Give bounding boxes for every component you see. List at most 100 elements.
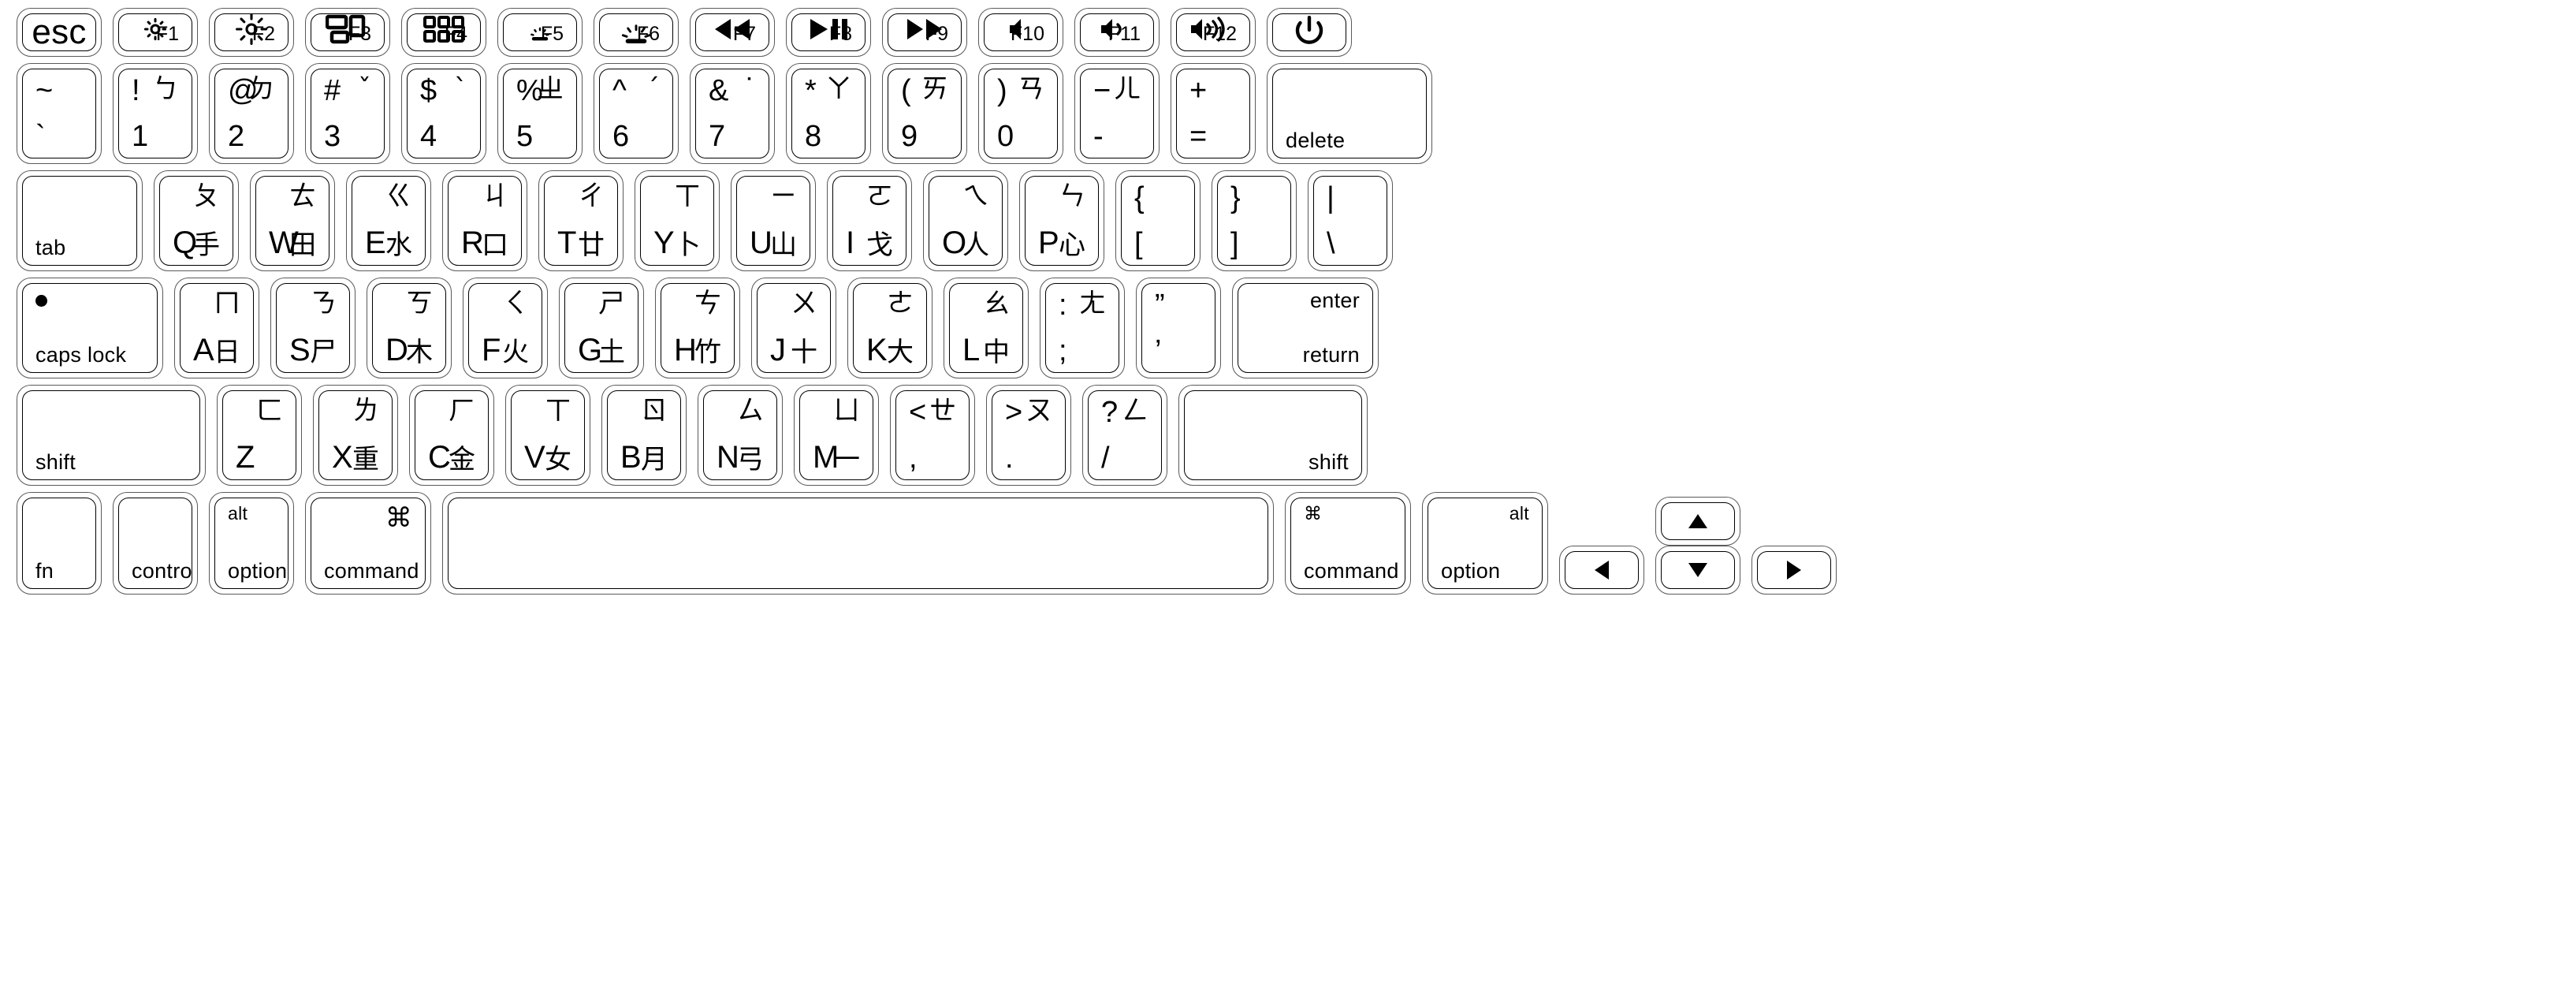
key-frame-tick <box>196 37 198 43</box>
key-letter-s[interactable]: Sㄋ尸 <box>270 278 356 378</box>
key-frame-tick <box>559 325 560 331</box>
key-arrow-right[interactable] <box>1751 546 1837 595</box>
key-backslash[interactable]: | \ <box>1308 170 1393 271</box>
key-comma[interactable]: <, ㄝ <box>890 385 975 486</box>
key-frame-tick <box>907 63 914 65</box>
key-fn[interactable]: fn <box>17 492 102 595</box>
key-arrow-up[interactable] <box>1655 497 1740 546</box>
key-semicolon[interactable]: :; ㄤ <box>1040 278 1125 378</box>
key-return[interactable]: enter return <box>1232 278 1379 378</box>
key-f2[interactable]: F2 <box>209 8 294 57</box>
key-digit-8[interactable]: * 8 ㄚ <box>786 63 871 164</box>
key-letter-j[interactable]: Jㄨ十 <box>751 278 836 378</box>
key-arrow-left[interactable] <box>1559 546 1644 595</box>
key-letter-t[interactable]: Tㄔ廿 <box>538 170 624 271</box>
latin-letter-label: I <box>846 226 855 260</box>
key-delete[interactable]: delete <box>1267 63 1432 164</box>
key-digit-9[interactable]: (9 ㄞ <box>882 63 967 164</box>
key-shift-right[interactable]: shift <box>1178 385 1368 486</box>
key-symbol-stack: − - <box>1093 76 1111 151</box>
key-digit-2[interactable]: @2 ㄉ <box>209 63 294 164</box>
key-letter-u[interactable]: Uㄧ山 <box>731 170 816 271</box>
key-digit-1[interactable]: ! 1 ㄅ <box>113 63 198 164</box>
key-letter-c[interactable]: Cㄏ金 <box>409 385 494 486</box>
key-letter-i[interactable]: Iㄛ戈 <box>827 170 912 271</box>
key-f7[interactable]: F7 <box>690 8 775 57</box>
key-frame-tick <box>1219 350 1221 356</box>
key-letter-f[interactable]: Fㄑ火 <box>463 278 548 378</box>
key-f1[interactable]: F1 <box>113 8 198 57</box>
key-frame-tick <box>209 515 210 520</box>
key-letter-w[interactable]: Wㄊ田 <box>250 170 335 271</box>
key-letter-b[interactable]: Bㄖ月 <box>601 385 687 486</box>
key-digit-6[interactable]: ^ 6 ˊ <box>594 63 679 164</box>
key-caps-lock[interactable]: caps lock <box>17 278 163 378</box>
keycap-face: F1 <box>118 13 192 51</box>
key-space[interactable] <box>442 492 1274 595</box>
key-f10[interactable]: F10 <box>978 8 1063 57</box>
key-letter-k[interactable]: Kㄜ大 <box>847 278 932 378</box>
key-slash[interactable]: ? / ㄥ <box>1082 385 1167 486</box>
key-letter-h[interactable]: Hㄘ竹 <box>655 278 740 378</box>
key-f5[interactable]: F5 <box>497 8 583 57</box>
shifted-symbol: ^ <box>612 74 627 107</box>
key-letter-e[interactable]: Eㄍ水 <box>346 170 431 271</box>
key-letter-d[interactable]: Dㄎ木 <box>367 278 452 378</box>
key-frame-tick <box>784 270 791 271</box>
key-quote[interactable]: ”’ <box>1136 278 1221 378</box>
key-frame-tick <box>346 243 348 249</box>
key-digit-4[interactable]: $4 ˋ <box>401 63 486 164</box>
key-f3[interactable]: F3 <box>305 8 390 57</box>
key-letter-l[interactable]: Lㄠ中 <box>944 278 1029 378</box>
key-letter-n[interactable]: Nㄙ弓 <box>698 385 783 486</box>
key-letter-m[interactable]: Mㄩ一 <box>794 385 879 486</box>
key-equal[interactable]: + = <box>1171 63 1256 164</box>
key-bracket-left[interactable]: {[ <box>1115 170 1201 271</box>
key-grave[interactable]: ~ ` <box>17 63 102 164</box>
base-symbol: ` <box>35 120 46 153</box>
key-tab[interactable]: tab <box>17 170 143 271</box>
key-option-left[interactable]: alt option <box>209 492 294 595</box>
key-letter-g[interactable]: Gㄕ土 <box>559 278 644 378</box>
key-frame-tick <box>944 484 950 486</box>
key-frame-tick <box>1655 575 1657 581</box>
key-command-right[interactable]: ⌘ command <box>1285 492 1411 595</box>
key-digit-5[interactable]: % 5 ㄓ <box>497 63 583 164</box>
key-shift-left[interactable]: shift <box>17 385 206 486</box>
key-letter-a[interactable]: Aㄇ日 <box>174 278 259 378</box>
key-letter-v[interactable]: Vㄒ女 <box>505 385 590 486</box>
key-letter-y[interactable]: Yㄒ卜 <box>635 170 720 271</box>
key-power[interactable] <box>1267 8 1352 57</box>
key-frame-tick <box>1011 385 1018 386</box>
key-arrow-down[interactable] <box>1655 546 1740 595</box>
key-f8[interactable]: F8 <box>786 8 871 57</box>
key-letter-p[interactable]: Pㄣ心 <box>1019 170 1104 271</box>
key-f6[interactable]: F6 <box>594 8 679 57</box>
base-symbol: 2 <box>228 120 245 153</box>
key-f4[interactable]: F4 <box>401 8 486 57</box>
key-period[interactable]: >. ㄡ <box>986 385 1071 486</box>
key-letter-q[interactable]: Qㄆ手 <box>154 170 239 271</box>
key-frame-tick <box>1158 85 1160 91</box>
key-option-right[interactable]: alt option <box>1422 492 1548 595</box>
key-letter-x[interactable]: Xㄌ重 <box>313 385 398 486</box>
key-bracket-right[interactable]: }] <box>1212 170 1297 271</box>
key-letter-z[interactable]: Zㄈ <box>217 385 302 486</box>
key-frame-tick <box>1178 457 1180 464</box>
key-digit-0[interactable]: ) 0 ㄢ <box>978 63 1063 164</box>
key-digit-3[interactable]: #3 ˇ <box>305 63 390 164</box>
function-number-label: F5 <box>540 23 564 45</box>
key-f12[interactable]: F12 <box>1171 8 1256 57</box>
key-control[interactable]: control <box>113 492 198 595</box>
modifier-symbol-label: alt <box>1509 503 1529 524</box>
key-frame-tick <box>948 170 955 172</box>
key-f9[interactable]: F9 <box>882 8 967 57</box>
key-esc[interactable]: esc <box>17 8 102 57</box>
key-letter-r[interactable]: Rㄐ口 <box>442 170 527 271</box>
key-command-left[interactable]: ⌘ command <box>305 492 431 595</box>
key-minus[interactable]: − - ㄦ <box>1074 63 1160 164</box>
key-frame-tick <box>162 300 163 306</box>
key-letter-o[interactable]: Oㄟ人 <box>923 170 1008 271</box>
key-digit-7[interactable]: & 7 ˙ <box>690 63 775 164</box>
key-f11[interactable]: F11 <box>1074 8 1160 57</box>
